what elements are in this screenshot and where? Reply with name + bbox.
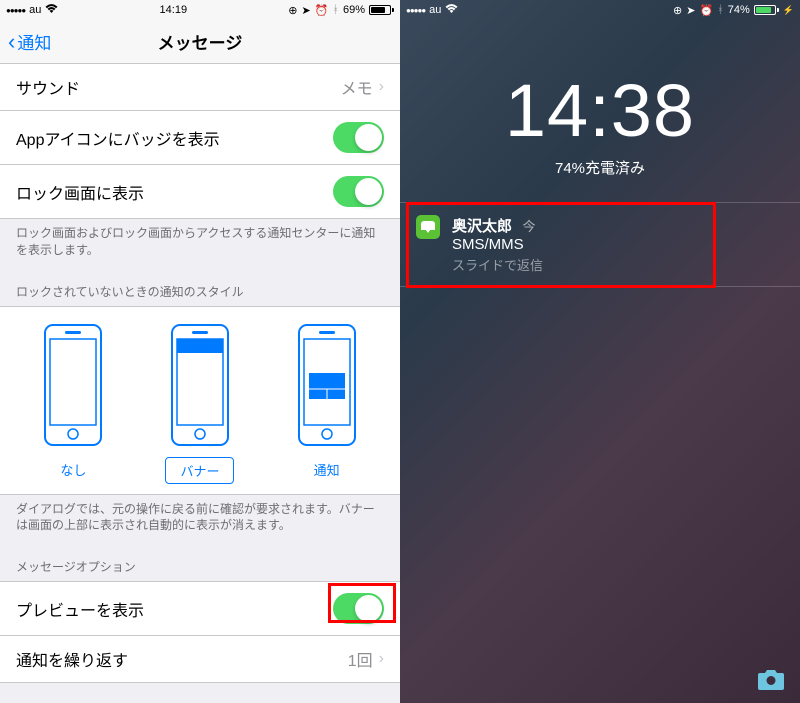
battery-icon — [369, 5, 394, 15]
battery-pct: 69% — [343, 4, 365, 16]
wifi-icon — [45, 4, 58, 17]
alarm-icon: ⏰ — [699, 4, 713, 17]
signal-dots: ●●●●● — [406, 6, 425, 15]
back-button[interactable]: ‹ 通知 — [0, 29, 51, 55]
carrier-label: au — [29, 4, 41, 16]
preview-toggle[interactable] — [333, 593, 384, 624]
sound-label: サウンド — [16, 75, 80, 99]
battery-icon — [754, 5, 779, 15]
bluetooth-icon: ᚼ — [717, 4, 724, 16]
chevron-left-icon: ‹ — [8, 29, 15, 55]
cell-preview[interactable]: プレビューを表示 — [0, 581, 400, 636]
page-title: メッセージ — [0, 29, 400, 54]
preview-label: プレビューを表示 — [16, 597, 144, 621]
badge-label: Appアイコンにバッジを表示 — [16, 126, 220, 150]
battery-pct: 74% — [728, 4, 750, 16]
notif-sender: 奥沢太郎 — [452, 218, 512, 235]
charging-icon: ⚡ — [783, 5, 794, 16]
chevron-right-icon: › — [379, 650, 384, 668]
bluetooth-icon: ᚼ — [332, 4, 339, 16]
msg-opts-header: メッセージオプション — [0, 544, 400, 581]
sound-value: メモ — [341, 75, 373, 99]
rotation-lock-icon: ⊕ — [673, 4, 682, 17]
lockscreen-label: ロック画面に表示 — [16, 180, 144, 204]
status-bar: ●●●●● au ⊕ ➤ ⏰ ᚼ 74% ⚡ — [400, 0, 800, 20]
style-banner-label: バナー — [165, 457, 234, 484]
lock-screen: ●●●●● au ⊕ ➤ ⏰ ᚼ 74% ⚡ 14:38 74%充電済み — [400, 0, 800, 703]
style-footer: ダイアログでは、元の操作に戻る前に確認が要求されます。バナーは画面の上部に表示さ… — [0, 495, 400, 545]
cell-badge[interactable]: Appアイコンにバッジを表示 — [0, 111, 400, 165]
cell-sound[interactable]: サウンド メモ › — [0, 64, 400, 111]
lockscreen-toggle[interactable] — [333, 176, 384, 207]
notification[interactable]: 奥沢太郎 今 SMS/MMS スライドで返信 — [400, 202, 800, 287]
cell-lockscreen[interactable]: ロック画面に表示 — [0, 165, 400, 219]
notif-hint: スライドで返信 — [452, 255, 543, 274]
alert-style-picker: なし バナー 通知 — [0, 306, 400, 495]
style-none[interactable]: なし — [37, 321, 109, 484]
camera-icon[interactable] — [756, 667, 786, 691]
status-time: 14:19 — [58, 4, 288, 16]
back-label: 通知 — [17, 29, 51, 54]
lockscreen-footer: ロック画面およびロック画面からアクセスする通知センターに通知を表示します。 — [0, 219, 400, 269]
messages-icon — [416, 215, 440, 239]
style-alert[interactable]: 通知 — [291, 321, 363, 484]
charging-label: 74%充電済み — [400, 157, 800, 178]
style-header: ロックされていないときの通知のスタイル — [0, 269, 400, 306]
style-banner[interactable]: バナー — [164, 321, 236, 484]
nav-bar: ‹ 通知 メッセージ — [0, 20, 400, 64]
style-none-label: なし — [46, 457, 100, 482]
notif-time: 今 — [522, 219, 535, 234]
notif-sub: SMS/MMS — [452, 236, 543, 253]
badge-toggle[interactable] — [333, 122, 384, 153]
style-alert-label: 通知 — [300, 457, 354, 482]
settings-screen: ●●●●● au 14:19 ⊕ ➤ ⏰ ᚼ 69% ‹ 通知 メッセージ サウ… — [0, 0, 400, 703]
location-icon: ➤ — [301, 4, 310, 17]
repeat-value: 1回 — [348, 647, 373, 671]
signal-dots: ●●●●● — [6, 6, 25, 15]
alarm-icon: ⏰ — [315, 4, 329, 17]
lock-time: 14:38 — [400, 68, 800, 153]
wifi-icon — [445, 4, 458, 17]
rotation-lock-icon: ⊕ — [288, 4, 297, 17]
cell-repeat[interactable]: 通知を繰り返す 1回 › — [0, 636, 400, 683]
carrier-label: au — [429, 4, 441, 16]
status-bar: ●●●●● au 14:19 ⊕ ➤ ⏰ ᚼ 69% — [0, 0, 400, 20]
chevron-right-icon: › — [379, 78, 384, 96]
location-icon: ➤ — [686, 4, 695, 17]
repeat-label: 通知を繰り返す — [16, 647, 128, 671]
